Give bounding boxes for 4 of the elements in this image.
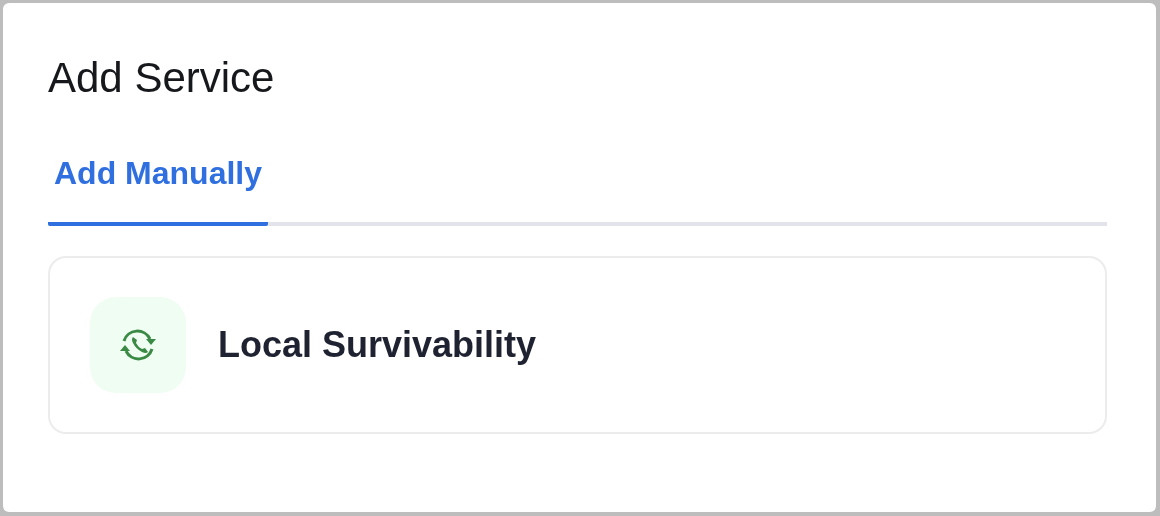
dialog-title: Add Service: [48, 53, 276, 103]
service-name: Local Survivability: [218, 324, 537, 366]
service-card[interactable]: Local Survivability: [48, 256, 1107, 434]
tab[interactable]: Add Manually: [48, 155, 268, 226]
